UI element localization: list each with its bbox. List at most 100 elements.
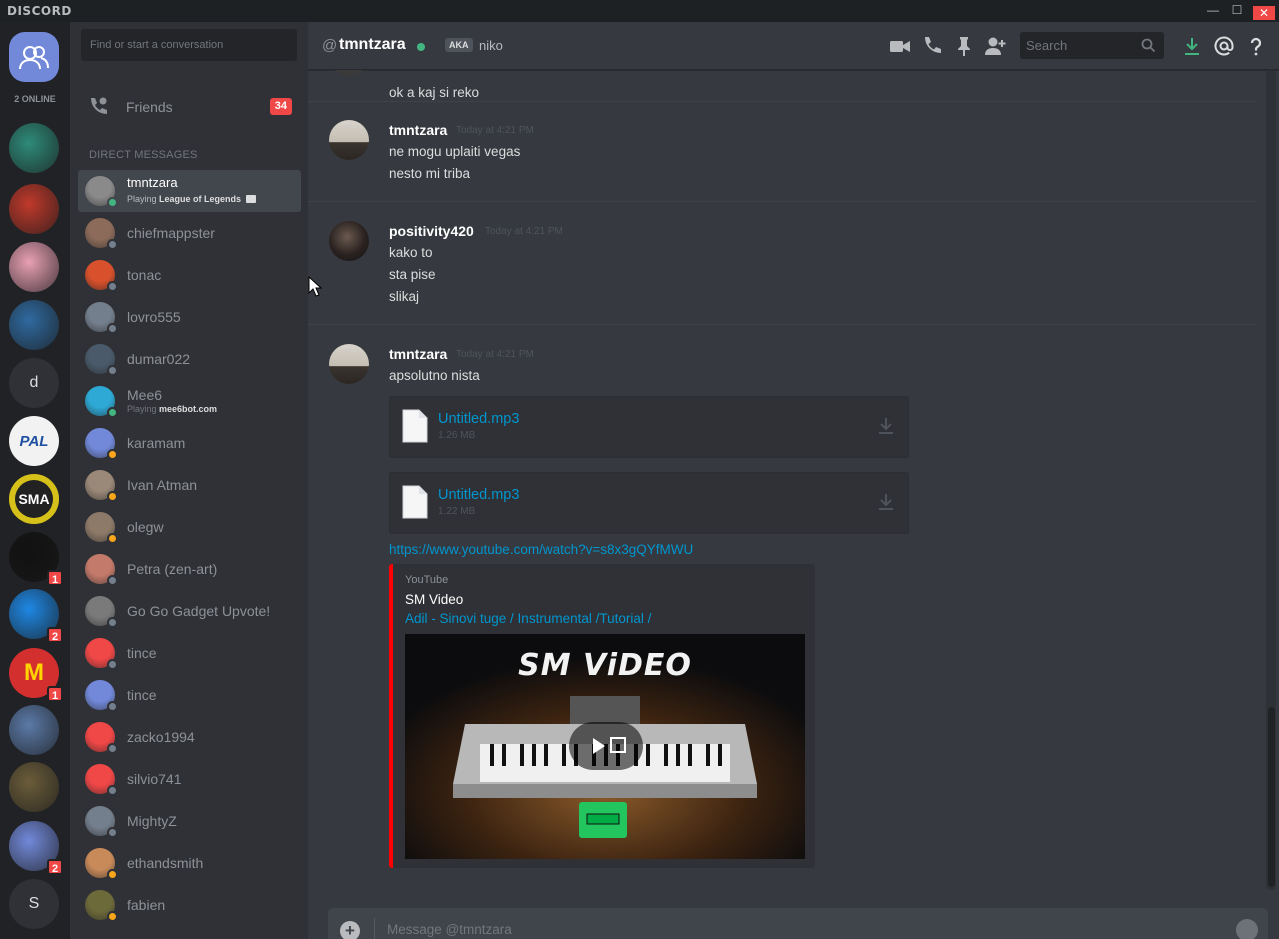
- dm-item[interactable]: chiefmappster: [78, 212, 301, 254]
- server-icon[interactable]: [9, 184, 59, 234]
- server-icon[interactable]: [9, 705, 59, 755]
- dm-item[interactable]: tmntzara Playing League of Legends: [78, 170, 301, 212]
- avatar[interactable]: [329, 221, 369, 261]
- avatar[interactable]: [329, 120, 369, 160]
- file-name-link[interactable]: Untitled.mp3: [438, 487, 519, 503]
- status-indicator: [107, 239, 118, 250]
- dm-item[interactable]: olegw: [78, 506, 301, 548]
- scrollbar-thumb[interactable]: [1268, 707, 1275, 887]
- server-icon[interactable]: PAL: [9, 416, 59, 466]
- friends-label: Friends: [126, 99, 173, 115]
- conversation-search-input[interactable]: Find or start a conversation: [81, 29, 297, 61]
- dm-item[interactable]: MightyZ: [78, 800, 301, 842]
- dm-username: tince: [127, 645, 157, 661]
- close-button[interactable]: ✕: [1253, 6, 1275, 20]
- add-friend-icon[interactable]: [984, 35, 1006, 57]
- mention-badge: 2: [47, 859, 63, 875]
- emoji-icon[interactable]: [1236, 919, 1258, 939]
- avatar: [85, 848, 118, 880]
- search-placeholder: Search: [1026, 38, 1068, 53]
- dm-item[interactable]: Ivan Atman: [78, 464, 301, 506]
- dm-item[interactable]: Mee6 Playing mee6bot.com: [78, 380, 301, 422]
- dm-username: Go Go Gadget Upvote!: [127, 603, 271, 619]
- message-timestamp: Today at 4:21 PM: [456, 125, 534, 136]
- avatar: [85, 638, 118, 670]
- server-avatar: [9, 184, 59, 234]
- status-indicator: [107, 323, 118, 334]
- dm-item[interactable]: karamam: [78, 422, 301, 464]
- download-icon[interactable]: [878, 417, 894, 435]
- avatar: [85, 596, 118, 628]
- server-icon[interactable]: 1: [9, 532, 63, 586]
- youtube-link[interactable]: https://www.youtube.com/watch?v=s8x3gQYf…: [389, 542, 693, 557]
- minimize-button[interactable]: —: [1205, 3, 1221, 17]
- dm-item[interactable]: fabien: [78, 884, 301, 926]
- server-icon[interactable]: [9, 762, 59, 812]
- message-timestamp: Today at 4:21 PM: [485, 226, 563, 237]
- activity-game: mee6bot.com: [159, 404, 218, 414]
- online-status-dot: [417, 43, 425, 51]
- voice-call-icon[interactable]: [921, 35, 943, 57]
- dm-item[interactable]: tince: [78, 674, 301, 716]
- maximize-button[interactable]: ☐: [1229, 3, 1245, 17]
- dm-item[interactable]: ethandsmith: [78, 842, 301, 884]
- download-apps-icon[interactable]: [1181, 35, 1203, 57]
- server-icon[interactable]: [9, 123, 59, 173]
- file-attachment: Untitled.mp3 1.22 MB: [389, 472, 909, 534]
- message-author[interactable]: tmntzara: [389, 122, 447, 138]
- message-input[interactable]: Message @tmntzara: [387, 922, 512, 937]
- dm-sidebar: Find or start a conversation Friends 34 …: [70, 22, 308, 939]
- status-indicator: [107, 407, 118, 418]
- home-button[interactable]: [9, 32, 59, 82]
- embed-description-link[interactable]: Adil - Sinovi tuge / Instrumental /Tutor…: [405, 611, 651, 626]
- message-text: kako to: [389, 245, 433, 260]
- status-indicator: [107, 575, 118, 586]
- video-call-icon[interactable]: [889, 35, 911, 57]
- dm-item[interactable]: zacko1994: [78, 716, 301, 758]
- help-icon[interactable]: [1245, 35, 1267, 57]
- server-icon[interactable]: SMA: [9, 474, 59, 524]
- avatar: [85, 512, 118, 544]
- play-button[interactable]: [569, 722, 643, 770]
- mentions-icon[interactable]: [1213, 35, 1235, 57]
- message-composer[interactable]: + Message @tmntzara: [328, 908, 1268, 939]
- dm-item[interactable]: lovro555: [78, 296, 301, 338]
- server-icon[interactable]: M1: [9, 648, 63, 702]
- message-author[interactable]: tmntzara: [389, 346, 447, 362]
- dm-item[interactable]: tonac: [78, 254, 301, 296]
- message-list[interactable]: ok a kaj si reko tmntzara Today at 4:21 …: [308, 70, 1270, 892]
- message-timestamp: Today at 4:21 PM: [456, 349, 534, 360]
- pinned-messages-icon[interactable]: [953, 35, 975, 57]
- file-name-link[interactable]: Untitled.mp3: [438, 411, 519, 427]
- server-icon[interactable]: S: [9, 879, 59, 929]
- upload-button[interactable]: +: [340, 921, 360, 939]
- dm-username: olegw: [127, 519, 164, 535]
- youtube-embed: YouTube SM Video Adil - Sinovi tuge / In…: [389, 564, 815, 868]
- server-icon[interactable]: d: [9, 358, 59, 408]
- server-avatar: [9, 705, 59, 755]
- server-avatar: [9, 762, 59, 812]
- dm-item[interactable]: dumar022: [78, 338, 301, 380]
- message-text: ok a kaj si reko: [389, 85, 480, 100]
- message-author[interactable]: positivity420: [389, 223, 474, 239]
- server-icon[interactable]: 2: [9, 821, 63, 875]
- dm-item[interactable]: tince: [78, 632, 301, 674]
- video-thumbnail[interactable]: SM ViDEO: [405, 634, 805, 859]
- dm-username: lovro555: [127, 309, 181, 325]
- friends-nav-item[interactable]: Friends 34: [70, 86, 308, 126]
- server-icon[interactable]: [9, 242, 59, 292]
- dm-item[interactable]: Petra (zen-art): [78, 548, 301, 590]
- server-icon[interactable]: [9, 300, 59, 350]
- search-input[interactable]: Search: [1020, 32, 1164, 59]
- at-symbol: @: [322, 37, 338, 54]
- friends-count-badge: 34: [269, 98, 292, 115]
- dm-username: tonac: [127, 267, 162, 283]
- server-icon[interactable]: 2: [9, 589, 63, 643]
- status-indicator: [107, 911, 118, 922]
- dm-item[interactable]: silvio741: [78, 758, 301, 800]
- download-icon[interactable]: [878, 493, 894, 511]
- dm-item[interactable]: Go Go Gadget Upvote!: [78, 590, 301, 632]
- composer-divider: [374, 918, 375, 939]
- avatar: [85, 554, 118, 586]
- avatar[interactable]: [329, 344, 369, 384]
